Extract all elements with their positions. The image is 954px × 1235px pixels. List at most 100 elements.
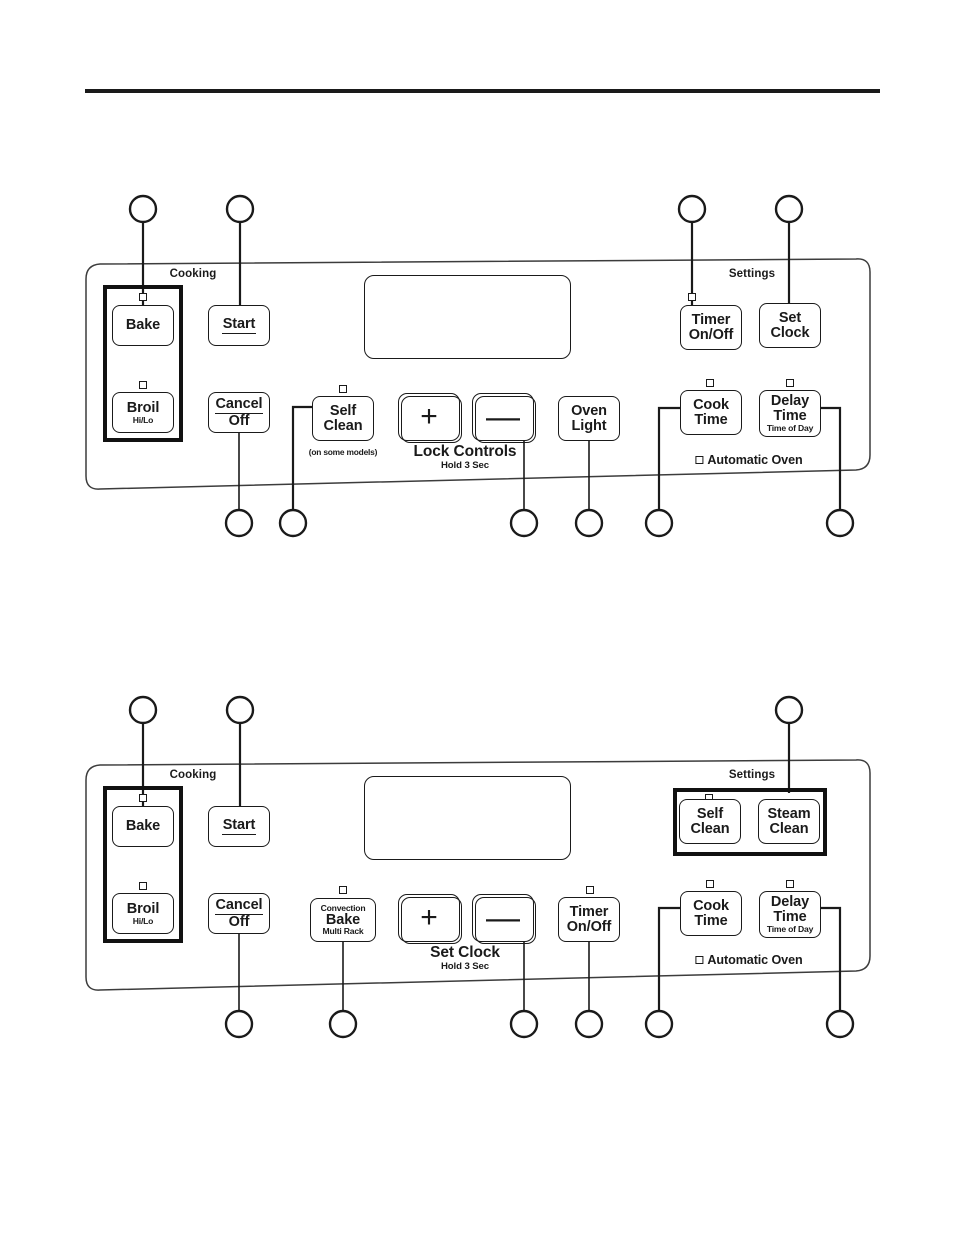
section-label-settings: Settings	[728, 268, 776, 280]
broil-indicator	[139, 882, 147, 890]
delay-time-button[interactable]: Delay Time Time of Day	[759, 891, 821, 938]
clean-label: Clean	[769, 820, 809, 837]
steam-label: Steam	[767, 805, 811, 822]
timer-on-off-button[interactable]: Timer On/Off	[680, 305, 742, 350]
callout-bubble	[644, 1009, 674, 1039]
plus-button[interactable]: +	[398, 894, 462, 944]
cancel-off-button[interactable]: Cancel Off	[208, 392, 270, 433]
cancel-button-label: Cancel	[214, 395, 264, 414]
oven-light-button[interactable]: Oven Light	[558, 396, 620, 441]
bake-indicator	[139, 293, 147, 301]
automatic-oven-label: Automatic Oven	[707, 953, 803, 967]
self-clean-button[interactable]: Self Clean	[312, 396, 374, 441]
plus-icon: +	[420, 901, 438, 934]
time-of-day-label: Time of Day	[766, 423, 814, 433]
self-label: Self	[329, 402, 357, 419]
automatic-oven-checkbox-icon	[695, 456, 704, 464]
start-button-label: Start	[221, 817, 257, 835]
panel-2-linework	[85, 695, 871, 1039]
time-label: Time	[773, 909, 807, 926]
automatic-oven-indicator: Automatic Oven	[695, 453, 803, 467]
bake-button-label: Bake	[125, 818, 161, 835]
timer-indicator	[688, 293, 696, 301]
bake-button[interactable]: Bake	[112, 305, 174, 346]
callout-bubble	[225, 695, 255, 725]
steam-clean-button[interactable]: Steam Clean	[758, 799, 820, 844]
bake-button-label: Bake	[125, 317, 161, 334]
start-button-label: Start	[221, 316, 257, 334]
automatic-oven-label: Automatic Oven	[707, 453, 803, 467]
time-label: Time	[694, 411, 728, 428]
bake-indicator	[139, 794, 147, 802]
set-clock-caption: Set Clock	[430, 944, 500, 961]
light-label: Light	[571, 417, 607, 434]
minus-icon: —	[486, 398, 520, 436]
on-off-label: On/Off	[566, 918, 612, 935]
lock-controls-hold-label: Hold 3 Sec	[440, 460, 490, 471]
oven-label: Oven	[571, 402, 607, 419]
cancel-button-label: Cancel	[214, 896, 264, 915]
callout-bubble	[128, 695, 158, 725]
cook-time-button[interactable]: Cook Time	[680, 891, 742, 936]
section-label-cooking: Cooking	[169, 769, 217, 781]
time-of-day-label: Time of Day	[766, 924, 814, 934]
lock-controls-label: Lock Controls	[413, 443, 517, 460]
bake-button[interactable]: Bake	[112, 806, 174, 847]
timer-indicator	[586, 886, 594, 894]
timer-label: Timer	[691, 311, 731, 328]
broil-button[interactable]: Broil Hi/Lo	[112, 392, 174, 433]
callout-bubble	[574, 1009, 604, 1039]
callout-bubble	[224, 1009, 254, 1039]
cook-time-indicator	[706, 880, 714, 888]
plus-icon: +	[420, 400, 438, 433]
timer-label: Timer	[569, 903, 609, 920]
cook-label: Cook	[693, 897, 729, 914]
timer-on-off-button[interactable]: Timer On/Off	[558, 897, 620, 942]
cook-time-button[interactable]: Cook Time	[680, 390, 742, 435]
callout-bubble	[825, 1009, 855, 1039]
broil-button[interactable]: Broil Hi/Lo	[112, 893, 174, 934]
callout-bubble	[774, 695, 804, 725]
callout-bubble	[509, 1009, 539, 1039]
off-button-label: Off	[228, 412, 250, 429]
automatic-oven-indicator: Automatic Oven	[695, 953, 803, 967]
start-button[interactable]: Start	[208, 305, 270, 346]
automatic-oven-checkbox-icon	[695, 956, 704, 964]
convection-bake-indicator	[339, 886, 347, 894]
self-clean-note: (on some models)	[308, 447, 378, 457]
clean-label: Clean	[323, 417, 363, 434]
delay-label: Delay	[770, 393, 810, 410]
set-clock-button[interactable]: Set Clock	[759, 303, 821, 348]
minus-icon: —	[486, 899, 520, 937]
self-clean-button[interactable]: Self Clean	[679, 799, 741, 844]
plus-button[interactable]: +	[398, 393, 462, 443]
section-label-cooking: Cooking	[169, 268, 217, 280]
cancel-off-button[interactable]: Cancel Off	[208, 893, 270, 934]
display-window	[364, 776, 571, 860]
cook-time-indicator	[706, 379, 714, 387]
delay-label: Delay	[770, 894, 810, 911]
broil-button-label: Broil	[126, 900, 160, 917]
start-button[interactable]: Start	[208, 806, 270, 847]
clean-label: Clean	[690, 820, 730, 837]
minus-button[interactable]: —	[472, 894, 536, 944]
self-clean-indicator	[339, 385, 347, 393]
off-button-label: Off	[228, 913, 250, 930]
time-label: Time	[694, 912, 728, 929]
broil-button-sublabel: Hi/Lo	[132, 915, 154, 926]
callout-bubble	[328, 1009, 358, 1039]
convection-bake-button[interactable]: Convection Bake Multi Rack	[310, 898, 376, 942]
cook-label: Cook	[693, 396, 729, 413]
delay-time-indicator	[786, 880, 794, 888]
delay-time-button[interactable]: Delay Time Time of Day	[759, 390, 821, 437]
minus-button[interactable]: —	[472, 393, 536, 443]
self-label: Self	[696, 805, 724, 822]
delay-time-indicator	[786, 379, 794, 387]
clock-label: Clock	[770, 324, 810, 341]
bake-label: Bake	[325, 911, 361, 928]
set-label: Set	[778, 309, 802, 326]
time-label: Time	[773, 408, 807, 425]
set-clock-hold-caption: Hold 3 Sec	[440, 961, 490, 972]
broil-button-sublabel: Hi/Lo	[132, 414, 154, 425]
display-window	[364, 275, 571, 359]
